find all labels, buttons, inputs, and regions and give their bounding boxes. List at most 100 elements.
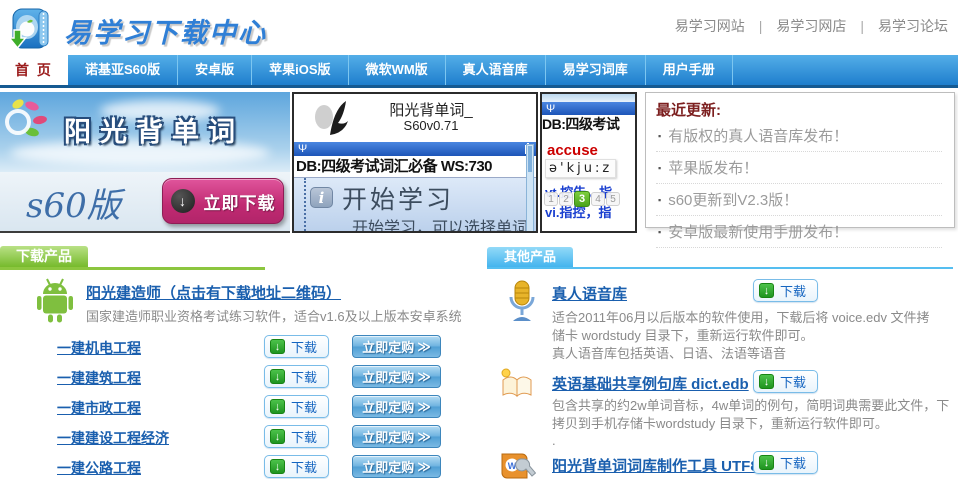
header-link-shop[interactable]: 易学习网店 (776, 18, 846, 34)
nav-item-manual[interactable]: 用户手册 (646, 55, 733, 85)
download-button[interactable]: ↓ 下载 (264, 395, 329, 418)
section-rule-green (0, 267, 265, 270)
order-label: 立即定购 (362, 397, 414, 416)
download-button[interactable]: ↓ 下载 (264, 335, 329, 358)
header-link-website[interactable]: 易学习网站 (675, 18, 745, 34)
header-link-forum[interactable]: 易学习论坛 (878, 18, 948, 34)
download-arrow-icon: ↓ (270, 369, 285, 384)
product-row: 一建机电工程 ↓ 下载 立即定购 ≫ (0, 335, 480, 361)
featured-product-link[interactable]: 阳光建造师（点击有下载地址二维码） (86, 282, 341, 303)
bullet-icon: ▪ (658, 195, 661, 205)
other-product-link[interactable]: 真人语音库 (552, 283, 627, 304)
tool-book-icon: W (498, 451, 536, 479)
word-headword: accuse (547, 142, 598, 159)
pagination: 1 2 3 4 5 (544, 191, 621, 207)
order-now-button[interactable]: 立即定购 ≫ (352, 455, 441, 478)
db-info-line: DB:四级考试 (542, 115, 635, 134)
product-link[interactable]: 一建建筑工程 (57, 368, 141, 388)
download-button[interactable]: ↓ 下载 (753, 279, 818, 302)
order-label: 立即定购 (362, 337, 414, 356)
chevron-right-icon: ≫ (417, 429, 431, 445)
order-label: 立即定购 (362, 427, 414, 446)
info-icon: i (310, 187, 333, 208)
section-tab-download-products: 下载产品 (0, 246, 88, 267)
download-arrow-icon: ↓ (270, 399, 285, 414)
product-row: 一建公路工程 ↓ 下载 立即定购 ≫ (0, 455, 480, 479)
nav-item-s60[interactable]: 诺基亚S60版 (68, 55, 178, 85)
product-description: 适合2011年06月以后版本的软件使用，下载后将 voice.edv 文件拷 (552, 307, 930, 326)
featured-product-description: 国家建造师职业资格考试练习软件，适合v1.6及以上版本安卓系统 (86, 306, 462, 325)
download-arrow-icon: ↓ (759, 374, 774, 389)
status-bar: Ψ (294, 142, 536, 156)
nav-item-ios[interactable]: 苹果iOS版 (252, 55, 348, 85)
menu-divider (304, 178, 306, 233)
chevron-right-icon: ≫ (417, 399, 431, 415)
book-icon (498, 367, 536, 404)
update-text: s60更新到V2.3版！ (668, 189, 798, 210)
link-separator: | (860, 18, 864, 34)
nav-item-home[interactable]: 首 页 (0, 55, 68, 85)
download-button[interactable]: ↓ 下载 (753, 451, 818, 474)
menu-item-subtitle: 开始学习，可以选择单词 (352, 214, 528, 233)
page-number[interactable]: 2 (559, 192, 573, 206)
screenshot-top-strip (542, 94, 635, 102)
product-link[interactable]: 一建建设工程经济 (57, 428, 169, 448)
backpack-logo-icon (6, 4, 58, 57)
product-description: 储卡 wordstudy 目录下，重新运行软件即可。 (552, 325, 813, 344)
order-now-button[interactable]: 立即定购 ≫ (352, 365, 441, 388)
app-title-area: 阳光背单词_ S60v0.71 (294, 94, 536, 142)
download-arrow-icon: ↓ (270, 339, 285, 354)
android-icon (34, 277, 76, 328)
status-bar: Ψ (542, 102, 635, 115)
nav-item-dict[interactable]: 易学习词库 (546, 55, 646, 85)
update-item[interactable]: ▪ 安卓版最新使用手册发布！ (656, 216, 942, 248)
site-logo[interactable]: 易学习下载中心 (6, 4, 267, 57)
download-arrow-icon: ↓ (270, 429, 285, 444)
nav-item-wm[interactable]: 微软WM版 (349, 55, 446, 85)
update-item[interactable]: ▪ 有版权的真人语音库发布！ (656, 120, 942, 152)
order-now-button[interactable]: 立即定购 ≫ (352, 425, 441, 448)
other-product-link[interactable]: 英语基础共享例句库 dict.edb (552, 373, 749, 394)
update-text: 苹果版发布！ (668, 157, 758, 178)
antenna-icon: Ψ (298, 142, 307, 156)
update-item[interactable]: ▪ s60更新到V2.3版！ (656, 184, 942, 216)
page-number[interactable]: 1 (544, 192, 558, 206)
banner-edition: s60版 (26, 178, 121, 227)
download-button[interactable]: ↓ 下载 (264, 365, 329, 388)
banner-row: 阳光背单词 s60版 ↓ 立即下载 阳光背单词_ S60 (0, 92, 958, 235)
banner-download-button[interactable]: ↓ 立即下载 (162, 178, 284, 224)
page-number[interactable]: 4 (591, 192, 605, 206)
product-link[interactable]: 一建公路工程 (57, 458, 141, 478)
download-button[interactable]: ↓ 下载 (753, 370, 818, 393)
page-number[interactable]: 5 (606, 192, 620, 206)
app-version: S60v0.71 (356, 118, 506, 133)
section-tab-other-products: 其他产品 (487, 247, 573, 267)
promo-banner[interactable]: 阳光背单词 s60版 ↓ 立即下载 (0, 92, 290, 233)
download-button[interactable]: ↓ 下载 (264, 425, 329, 448)
nav-item-voice[interactable]: 真人语音库 (446, 55, 546, 85)
db-info-line: DB:四级考试词汇必备 WS:730 (294, 156, 536, 177)
microphone-icon (505, 279, 539, 328)
scrollbar[interactable] (526, 144, 534, 232)
other-product-link[interactable]: 阳光背单词词库制作工具 UTF8 (552, 455, 759, 476)
update-text: 安卓版最新使用手册发布！ (668, 221, 848, 242)
recent-updates-title: 最近更新: (656, 99, 942, 120)
page-number-active[interactable]: 3 (574, 191, 590, 207)
product-link[interactable]: 一建机电工程 (57, 338, 141, 358)
product-description: . (552, 433, 556, 448)
update-item[interactable]: ▪ 苹果版发布！ (656, 152, 942, 184)
order-now-button[interactable]: 立即定购 ≫ (352, 395, 441, 418)
bullet-icon: ▪ (658, 163, 661, 173)
download-button[interactable]: ↓ 下载 (264, 455, 329, 478)
nav-item-android[interactable]: 安卓版 (178, 55, 252, 85)
bullet-icon: ▪ (658, 227, 661, 237)
main-nav: 首 页 诺基亚S60版 安卓版 苹果iOS版 微软WM版 真人语音库 易学习词库… (0, 55, 958, 88)
header: 易学习下载中心 易学习网站|易学习网店|易学习论坛 (0, 0, 958, 55)
product-description: 包含共享的约2w单词音标，4w单词的例句，简明词典需要此文件，下 (552, 395, 949, 414)
product-link[interactable]: 一建市政工程 (57, 398, 141, 418)
update-text: 有版权的真人语音库发布！ (668, 125, 848, 146)
screenshot-main-menu: 阳光背单词_ S60v0.71 Ψ DB:四级考试词汇必备 WS:730 i 开… (292, 92, 538, 233)
product-description: 真人语音库包括英语、日语、法语等语音 (552, 343, 786, 362)
order-now-button[interactable]: 立即定购 ≫ (352, 335, 441, 358)
order-label: 立即定购 (362, 367, 414, 386)
